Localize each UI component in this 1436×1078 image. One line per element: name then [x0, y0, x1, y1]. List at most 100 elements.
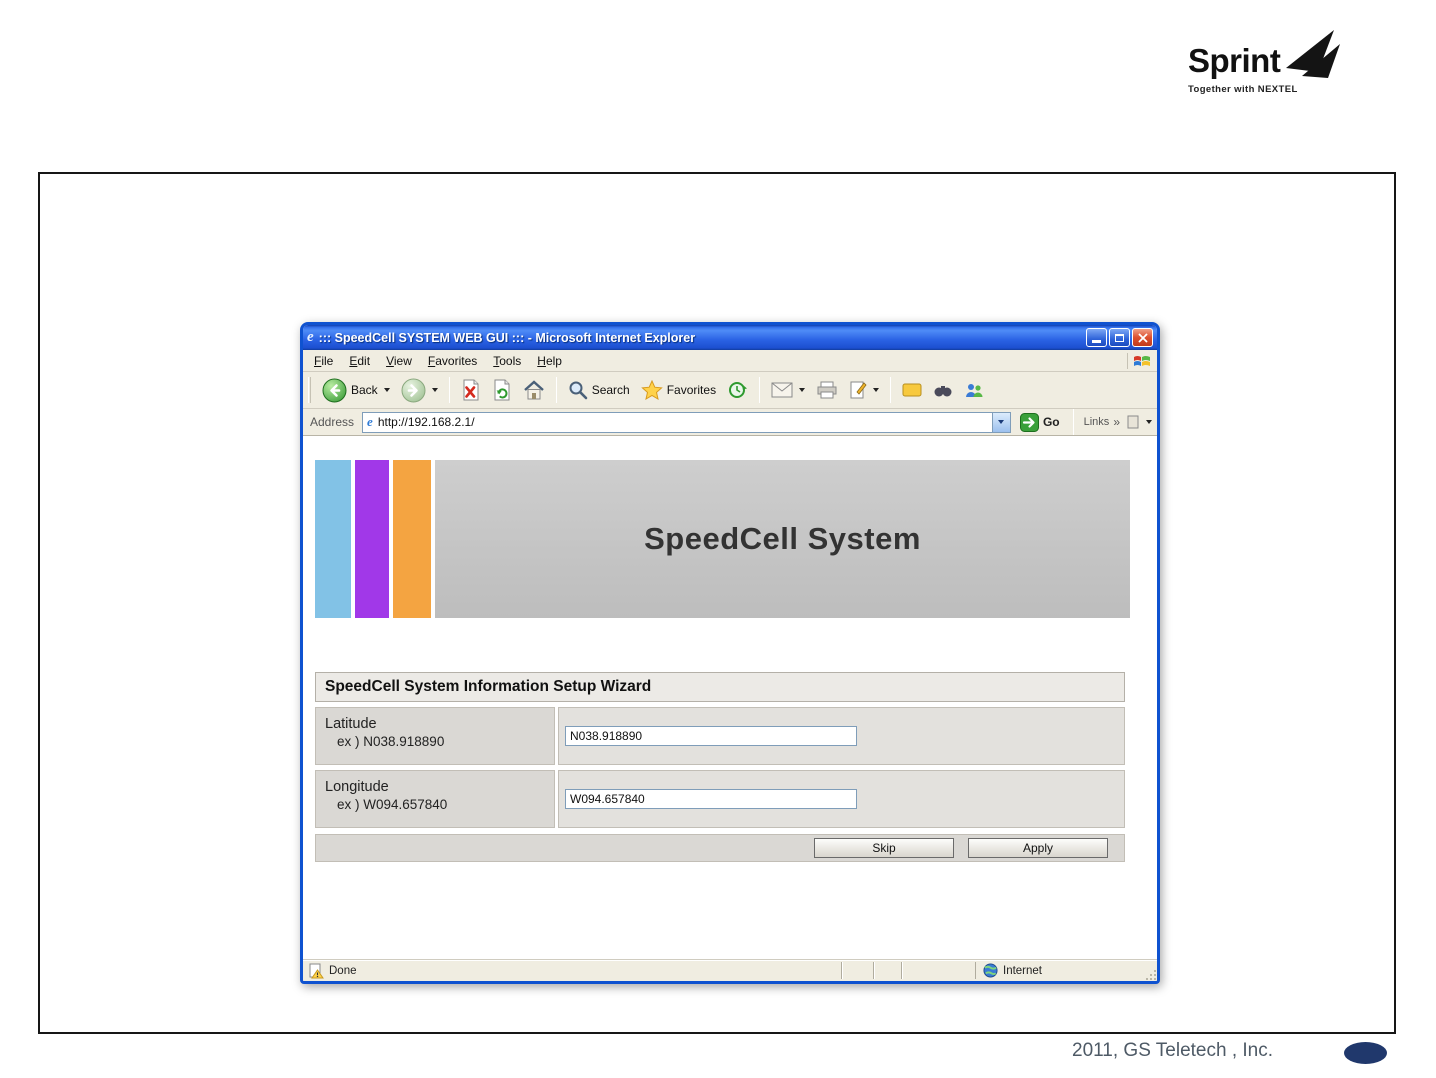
favorites-star-icon — [640, 380, 663, 400]
print-icon — [817, 381, 837, 399]
search-button[interactable]: Search — [564, 378, 634, 402]
menu-bar: File Edit View Favorites Tools Help — [303, 350, 1157, 372]
ie-logo-icon: e — [307, 329, 314, 345]
go-button[interactable]: Go — [1017, 412, 1063, 432]
longitude-label-cell: Longitude ex ) W094.657840 — [315, 770, 555, 828]
speedcell-banner: SpeedCell System — [315, 460, 1130, 618]
resize-grip-icon — [1146, 970, 1156, 980]
mail-dropdown-icon — [799, 388, 806, 392]
toolbar-grip[interactable] — [308, 377, 311, 403]
links-chevron-icon: » — [1113, 415, 1120, 429]
refresh-button[interactable] — [488, 377, 516, 403]
footer-pill-decoration — [1344, 1042, 1387, 1064]
toolbar-separator — [448, 377, 450, 403]
maximize-icon — [1115, 333, 1124, 342]
sprint-brand-text: Sprint — [1188, 42, 1281, 79]
latitude-label: Latitude — [325, 716, 377, 732]
banner-bar-orange — [393, 460, 431, 618]
minimize-button[interactable] — [1086, 328, 1107, 347]
sprint-wing-icon — [1286, 30, 1341, 78]
stop-button[interactable] — [457, 377, 485, 403]
toolbar-separator — [759, 377, 761, 403]
latitude-row: Latitude ex ) N038.918890 — [315, 707, 1125, 765]
address-separator — [1072, 409, 1074, 435]
latitude-input[interactable] — [565, 726, 857, 746]
skip-button[interactable]: Skip — [814, 838, 954, 858]
title-bar[interactable]: e ::: SpeedCell SYSTEM WEB GUI ::: - Mic… — [303, 325, 1157, 350]
address-label: Address — [310, 415, 355, 429]
menu-help[interactable]: Help — [529, 352, 570, 370]
web-page-content: SpeedCell System SpeedCell System Inform… — [303, 436, 1157, 959]
forward-dropdown-icon — [431, 388, 438, 392]
refresh-icon — [494, 379, 510, 401]
forward-icon — [401, 378, 426, 402]
longitude-label: Longitude — [325, 779, 389, 795]
address-url: http://192.168.2.1/ — [377, 415, 475, 429]
close-icon — [1138, 333, 1147, 342]
setup-wizard-table: SpeedCell System Information Setup Wizar… — [315, 672, 1125, 862]
maximize-button[interactable] — [1109, 328, 1130, 347]
latitude-label-cell: Latitude ex ) N038.918890 — [315, 707, 555, 765]
messenger-button[interactable] — [898, 380, 926, 400]
messenger-icon — [902, 383, 922, 397]
back-icon — [322, 378, 347, 402]
internet-globe-icon — [983, 963, 998, 978]
window-title: ::: SpeedCell SYSTEM WEB GUI ::: - Micro… — [318, 330, 696, 345]
close-button[interactable] — [1132, 328, 1153, 347]
go-label: Go — [1042, 415, 1060, 429]
status-panel — [841, 962, 873, 979]
address-dropdown-button[interactable] — [991, 412, 1010, 432]
back-button[interactable]: Back — [318, 376, 394, 405]
latitude-example: ex ) N038.918890 — [337, 734, 445, 749]
favorites-button[interactable]: Favorites — [637, 378, 720, 402]
address-bar: Address e http://192.168.2.1/ Go Links » — [303, 409, 1157, 436]
stop-icon — [463, 379, 479, 401]
menu-favorites[interactable]: Favorites — [420, 352, 485, 370]
msn-messenger-button[interactable] — [960, 379, 988, 401]
menu-file[interactable]: File — [306, 352, 341, 370]
links-button[interactable]: Links » — [1084, 415, 1120, 429]
home-icon — [523, 379, 544, 399]
print-button[interactable] — [812, 379, 842, 401]
mail-icon — [771, 382, 793, 398]
toolbar-separator — [890, 377, 892, 403]
status-zone-text: Internet — [1003, 964, 1042, 977]
banner-title: SpeedCell System — [644, 521, 921, 556]
sprint-logo: Sprint Together with NEXTEL — [1188, 30, 1342, 95]
forward-button[interactable] — [397, 376, 442, 405]
longitude-input-cell — [558, 770, 1125, 828]
footer-credit: 2011, GS Teletech , Inc. — [1072, 1040, 1274, 1061]
browser-window: e ::: SpeedCell SYSTEM WEB GUI ::: - Mic… — [300, 322, 1160, 984]
apply-button[interactable]: Apply — [968, 838, 1108, 858]
page-favicon-icon: e — [367, 414, 373, 429]
standard-buttons-toolbar: Back Search Favorites — [303, 372, 1157, 409]
mail-button[interactable] — [767, 380, 809, 400]
edit-button[interactable] — [845, 378, 883, 402]
back-dropdown-icon — [383, 388, 390, 392]
sprint-tagline: Together with NEXTEL — [1188, 84, 1298, 95]
history-button[interactable] — [723, 378, 752, 402]
search-icon — [569, 381, 587, 400]
wizard-title: SpeedCell System Information Setup Wizar… — [315, 672, 1125, 702]
back-label: Back — [351, 383, 378, 397]
home-button[interactable] — [519, 378, 549, 403]
go-icon — [1019, 412, 1039, 432]
links-extra-button[interactable] — [1126, 415, 1152, 429]
banner-panel: SpeedCell System — [435, 460, 1130, 618]
research-button[interactable] — [929, 380, 957, 400]
longitude-row: Longitude ex ) W094.657840 — [315, 770, 1125, 828]
status-panel — [873, 962, 901, 979]
resize-grip[interactable] — [1143, 960, 1157, 981]
research-icon — [934, 386, 952, 397]
longitude-input[interactable] — [565, 789, 857, 809]
links-label: Links — [1083, 416, 1110, 428]
window-controls — [1086, 328, 1153, 347]
menu-view[interactable]: View — [378, 352, 420, 370]
menu-tools[interactable]: Tools — [485, 352, 529, 370]
status-panel — [901, 962, 975, 979]
banner-bar-blue — [315, 460, 351, 618]
longitude-example: ex ) W094.657840 — [337, 797, 448, 812]
address-input[interactable]: e http://192.168.2.1/ — [362, 411, 1011, 433]
menu-bar-separator — [1127, 352, 1128, 369]
menu-edit[interactable]: Edit — [341, 352, 378, 370]
